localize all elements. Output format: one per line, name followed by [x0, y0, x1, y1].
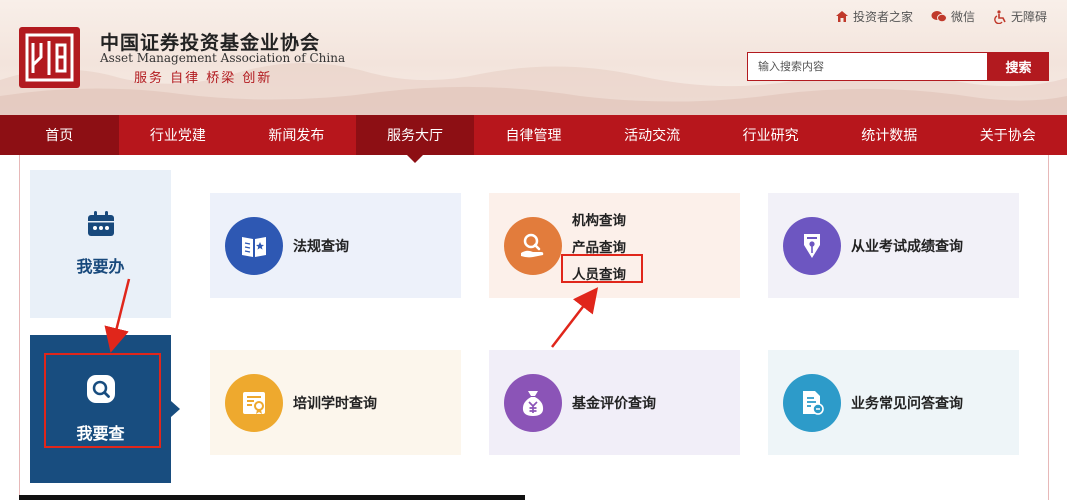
brand-name-en: Asset Management Association of China [100, 51, 346, 65]
wechat-label: 微信 [950, 10, 975, 24]
nav-item-self-regulation[interactable]: 自律管理 [474, 115, 593, 155]
card-regulations-label: 法规查询 [293, 238, 349, 255]
investor-home-label: 投资者之家 [852, 10, 913, 24]
nav-item-service-hall[interactable]: 服务大厅 [355, 115, 475, 163]
card-exam-score-label: 从业考试成绩查询 [851, 238, 963, 255]
nav-item-statistics[interactable]: 统计数据 [830, 115, 949, 155]
site-header: 中国证券投资基金业协会 Asset Management Association… [0, 0, 1067, 115]
nav-item-research[interactable]: 行业研究 [711, 115, 830, 155]
highlight-personnel-query [561, 254, 643, 283]
card-faq-label: 业务常见问答查询 [851, 395, 963, 412]
search-input[interactable] [747, 52, 988, 81]
tab-i-want-to-do-label: 我要办 [76, 257, 125, 276]
accessibility-label: 无障碍 [1010, 10, 1047, 24]
card-fund-rating-label: 基金评价查询 [572, 395, 656, 412]
hand-search-icon [504, 216, 562, 275]
certificate-icon [225, 373, 283, 432]
card-fund-rating[interactable]: 基金评价查询 [489, 350, 740, 455]
investor-home-link[interactable]: 投资者之家 [835, 8, 913, 25]
nav-item-party-building[interactable]: 行业党建 [119, 115, 238, 155]
card-regulations[interactable]: 法规查询 [210, 193, 461, 298]
card-exam-score[interactable]: 从业考试成绩查询 [768, 193, 1019, 298]
accessibility-icon [994, 9, 1006, 24]
nav-item-news[interactable]: 新闻发布 [237, 115, 356, 155]
card-training-hours[interactable]: 培训学时查询 [210, 350, 461, 455]
nav-item-events[interactable]: 活动交流 [593, 115, 712, 155]
nav-item-about[interactable]: 关于协会 [949, 115, 1067, 155]
logo-seal-icon[interactable] [19, 27, 80, 88]
card-faq[interactable]: 业务常见问答查询 [768, 350, 1019, 455]
book-icon [225, 216, 283, 275]
accessibility-link[interactable]: 无障碍 [993, 8, 1047, 25]
search-button[interactable]: 搜索 [988, 52, 1049, 81]
institution-query-link[interactable]: 机构查询 [572, 209, 626, 229]
wechat-link[interactable]: 微信 [931, 8, 975, 25]
card-training-hours-label: 培训学时查询 [293, 395, 377, 412]
bottom-bar [19, 495, 525, 500]
brand-slogan: 服务 自律 桥梁 创新 [134, 71, 273, 86]
top-links: 投资者之家 微信 无障碍 [835, 8, 1047, 25]
tab-i-want-to-do[interactable]: 我要办 [30, 170, 171, 318]
wechat-icon [931, 11, 947, 23]
home-icon [835, 11, 848, 22]
main-nav: 首页 行业党建 新闻发布 服务大厅 自律管理 活动交流 行业研究 统计数据 关于… [0, 115, 1067, 163]
document-chat-icon [783, 373, 841, 432]
product-query-link[interactable]: 产品查询 [572, 236, 626, 256]
calendar-icon [87, 211, 114, 236]
nav-item-home[interactable]: 首页 [0, 115, 119, 155]
money-bag-icon [504, 373, 562, 432]
pen-nib-icon [783, 216, 841, 275]
highlight-i-want-to-check [44, 353, 161, 448]
